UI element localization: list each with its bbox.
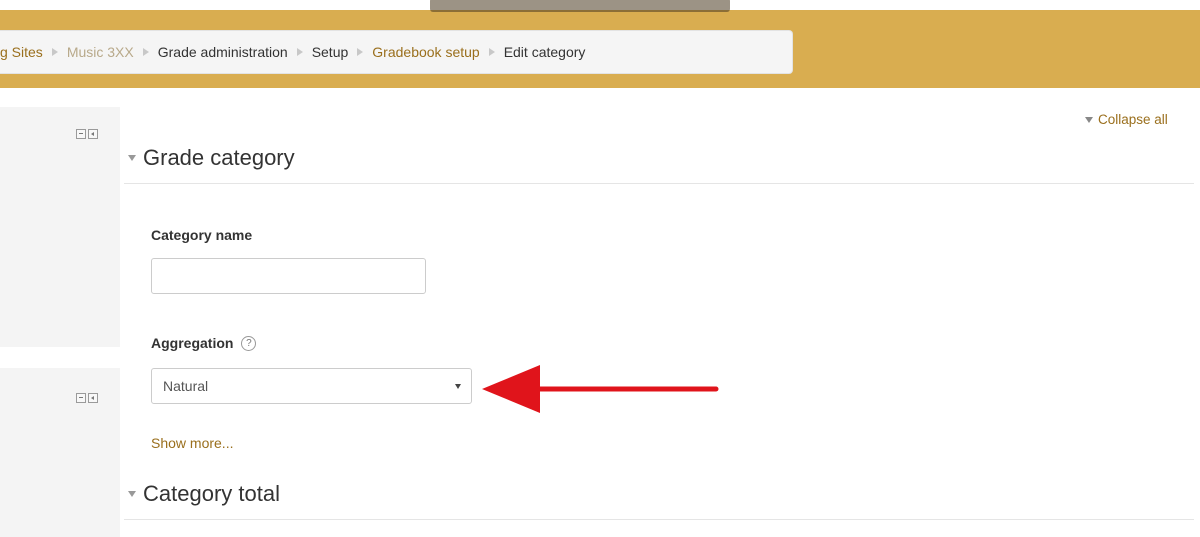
section-title-grade-category: Grade category [143, 145, 295, 170]
breadcrumb-separator-icon [296, 48, 303, 56]
aggregation-label-row: Aggregation ? [151, 335, 257, 351]
category-name-input[interactable] [151, 258, 426, 294]
page-title-cropped [430, 0, 730, 12]
breadcrumb-separator-icon [357, 48, 364, 56]
dock-icon[interactable] [88, 129, 98, 139]
breadcrumb-text-setup: Setup [311, 44, 349, 60]
block-controls [76, 129, 98, 139]
block-controls [76, 393, 98, 403]
section-toggle-icon [128, 155, 136, 161]
breadcrumb-item-course[interactable]: Music 3XX [67, 44, 134, 60]
aggregation-label: Aggregation [151, 335, 234, 351]
category-name-label: Category name [151, 227, 253, 243]
section-header-category-total[interactable]: Category total [124, 481, 1194, 520]
dock-icon[interactable] [88, 393, 98, 403]
page-header: g Sites Music 3XX Grade administration S… [0, 0, 1200, 88]
show-more-link[interactable]: Show more... [151, 435, 233, 451]
side-block-lower [0, 368, 120, 537]
aggregation-select[interactable]: Natural [151, 368, 472, 404]
breadcrumb-separator-icon [51, 48, 58, 56]
minus-icon[interactable] [76, 393, 86, 403]
collapse-all-label: Collapse all [1098, 112, 1168, 127]
breadcrumb-item-edit-category: Edit category [504, 44, 586, 60]
breadcrumb-item-setup: Setup [312, 44, 349, 60]
breadcrumb-text-grade-administration: Grade administration [157, 44, 288, 60]
breadcrumb-item-grade-administration: Grade administration [158, 44, 288, 60]
side-block-upper [0, 107, 120, 347]
breadcrumb-separator-icon [488, 48, 495, 56]
triangle-down-icon [1085, 116, 1093, 123]
breadcrumb-item-gradebook-setup[interactable]: Gradebook setup [372, 44, 479, 60]
aggregation-selected-value: Natural [163, 378, 209, 394]
section-toggle-icon [128, 491, 136, 497]
red-arrow-icon [482, 365, 719, 413]
section-title-category-total: Category total [143, 481, 280, 506]
breadcrumb-link-course[interactable]: Music 3XX [67, 44, 134, 60]
collapse-all-link[interactable]: Collapse all [1085, 112, 1168, 127]
breadcrumb-link-gradebook-setup[interactable]: Gradebook setup [372, 44, 479, 60]
breadcrumb-link-sites[interactable]: g Sites [0, 44, 43, 60]
minus-icon[interactable] [76, 129, 86, 139]
section-header-grade-category[interactable]: Grade category [124, 145, 1194, 184]
help-icon[interactable]: ? [241, 335, 257, 351]
breadcrumb-text-edit-category: Edit category [503, 44, 586, 60]
breadcrumb: g Sites Music 3XX Grade administration S… [0, 30, 793, 74]
chevron-down-icon [455, 383, 461, 389]
breadcrumb-separator-icon [142, 48, 149, 56]
breadcrumb-item-sites[interactable]: g Sites [0, 44, 43, 60]
